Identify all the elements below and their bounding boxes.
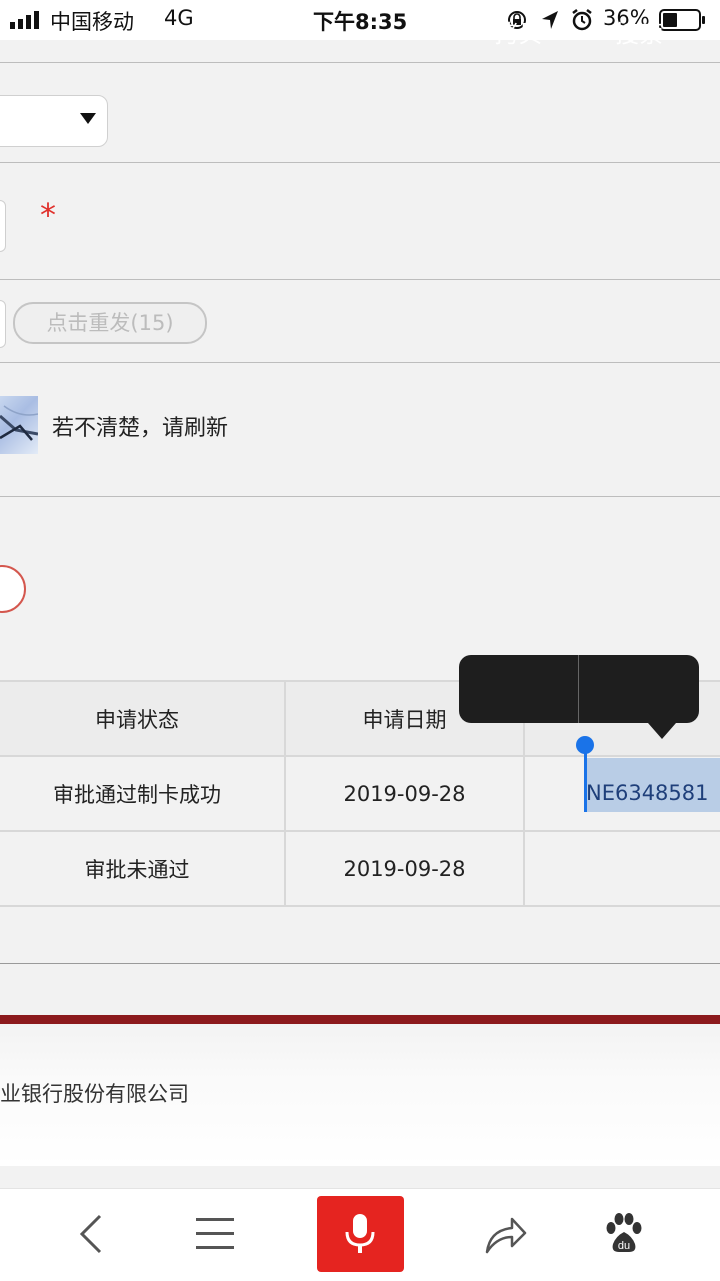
- baidu-paw-icon[interactable]: du: [602, 1212, 646, 1256]
- chevron-down-icon: [80, 113, 96, 124]
- selected-application-number[interactable]: NE6348581: [586, 781, 709, 805]
- captcha-image[interactable]: [0, 396, 38, 454]
- popup-divider: [578, 655, 579, 723]
- divider: [0, 162, 720, 163]
- radio-button[interactable]: [0, 565, 26, 613]
- copy-button[interactable]: 拷贝: [459, 0, 578, 68]
- selection-handle-knob[interactable]: [576, 736, 594, 754]
- signal-icon: [10, 11, 39, 29]
- back-icon[interactable]: [76, 1212, 106, 1256]
- popup-arrow: [648, 723, 676, 739]
- svg-text:du: du: [618, 1240, 630, 1252]
- divider: [0, 496, 720, 497]
- captcha-glyph: [0, 405, 38, 441]
- captcha-refresh-hint[interactable]: 若不清楚，请刷新: [52, 410, 228, 442]
- divider: [0, 963, 720, 964]
- carrier-label: 中国移动: [50, 10, 134, 34]
- table-header-status: 申请状态: [0, 680, 286, 757]
- selection-handle-bar[interactable]: [584, 752, 587, 812]
- sms-code-input[interactable]: [0, 300, 6, 348]
- microphone-icon: [345, 1214, 375, 1253]
- footer-bar: [0, 1015, 720, 1024]
- table-cell-date: 2019-09-28: [286, 832, 525, 907]
- footer-company-name: 业银行股份有限公司: [0, 1082, 189, 1106]
- table-cell-status: 审批通过制卡成功: [0, 757, 286, 832]
- clock: 下午8:35: [313, 10, 408, 34]
- table-cell-status: 审批未通过: [0, 832, 286, 907]
- divider: [0, 279, 720, 280]
- resend-code-button[interactable]: 点击重发(15): [13, 302, 207, 344]
- text-action-popup: [459, 655, 699, 723]
- required-mark: *: [40, 196, 56, 234]
- table-cell-info: [525, 832, 720, 907]
- search-button[interactable]: 搜索: [579, 0, 699, 68]
- network-label: 4G: [164, 6, 194, 30]
- table-cell-date: 2019-09-28: [286, 757, 525, 832]
- divider: [0, 362, 720, 363]
- text-input[interactable]: [0, 200, 6, 252]
- share-icon[interactable]: [484, 1214, 528, 1256]
- menu-icon[interactable]: [196, 1216, 234, 1252]
